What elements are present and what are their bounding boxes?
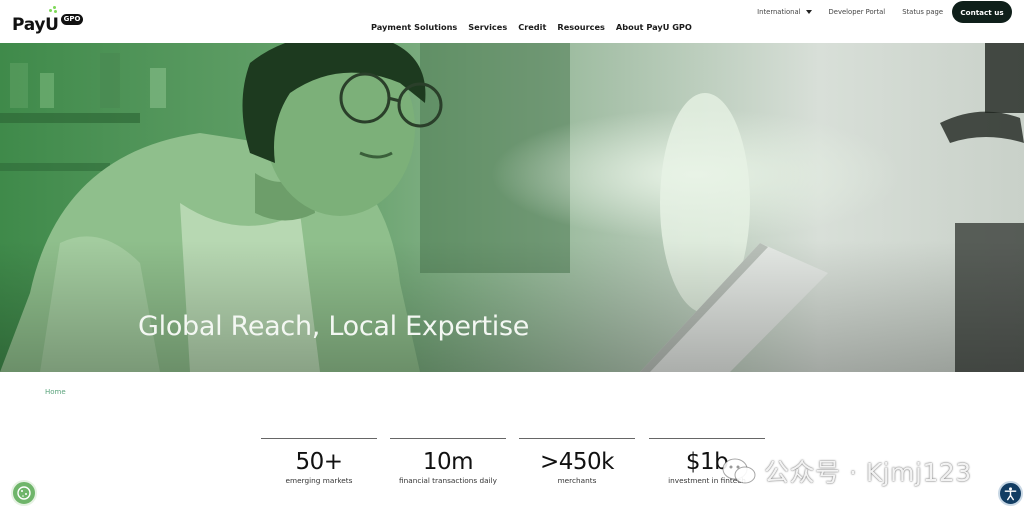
accessibility-button[interactable] (998, 481, 1023, 506)
stat-label: emerging markets (285, 476, 353, 485)
logo-dots-icon (48, 6, 58, 14)
hero-banner: Global Reach, Local Expertise (0, 43, 1024, 372)
hero-title: Global Reach, Local Expertise (138, 311, 530, 342)
stat-label: merchants (557, 476, 597, 485)
logo-text: PayU (12, 15, 59, 35)
cookie-settings-icon (17, 486, 31, 500)
main-nav: Payment Solutions Services Credit Resour… (371, 22, 692, 32)
chevron-down-icon (805, 10, 812, 14)
accessibility-icon (1004, 487, 1017, 501)
nav-credit[interactable]: Credit (518, 22, 546, 32)
payu-logo[interactable]: PayU GPO (12, 6, 84, 35)
breadcrumb-home[interactable]: Home (45, 388, 66, 396)
stat-value: 10m (422, 449, 474, 475)
cookie-settings-button[interactable] (11, 480, 37, 506)
stat-value: >450k (540, 449, 615, 475)
utility-nav: International Developer Portal Status pa… (740, 1, 1012, 23)
stat-emerging-markets: 50+ emerging markets (261, 438, 377, 485)
wechat-watermark: 公众号 · Kjmj123 (722, 452, 972, 490)
developer-portal-link[interactable]: Developer Portal (829, 8, 886, 16)
contact-us-button[interactable]: Contact us (952, 1, 1012, 23)
nav-services[interactable]: Services (468, 22, 507, 32)
nav-about[interactable]: About PayU GPO (616, 22, 692, 32)
stat-label: financial transactions daily (399, 476, 497, 485)
nav-resources[interactable]: Resources (557, 22, 605, 32)
logo-badge: GPO (60, 14, 84, 25)
site-header: PayU GPO Payment Solutions Services Cred… (0, 0, 1024, 43)
watermark-text: 公众号 · Kjmj123 (764, 458, 972, 487)
wechat-icon (722, 457, 756, 485)
stat-merchants: >450k merchants (519, 438, 635, 485)
stat-transactions: 10m financial transactions daily (390, 438, 506, 485)
international-label: International (757, 8, 801, 16)
international-selector[interactable]: International (757, 8, 812, 16)
nav-payment-solutions[interactable]: Payment Solutions (371, 22, 457, 32)
stat-value: 50+ (295, 449, 343, 475)
status-page-link[interactable]: Status page (902, 8, 943, 16)
